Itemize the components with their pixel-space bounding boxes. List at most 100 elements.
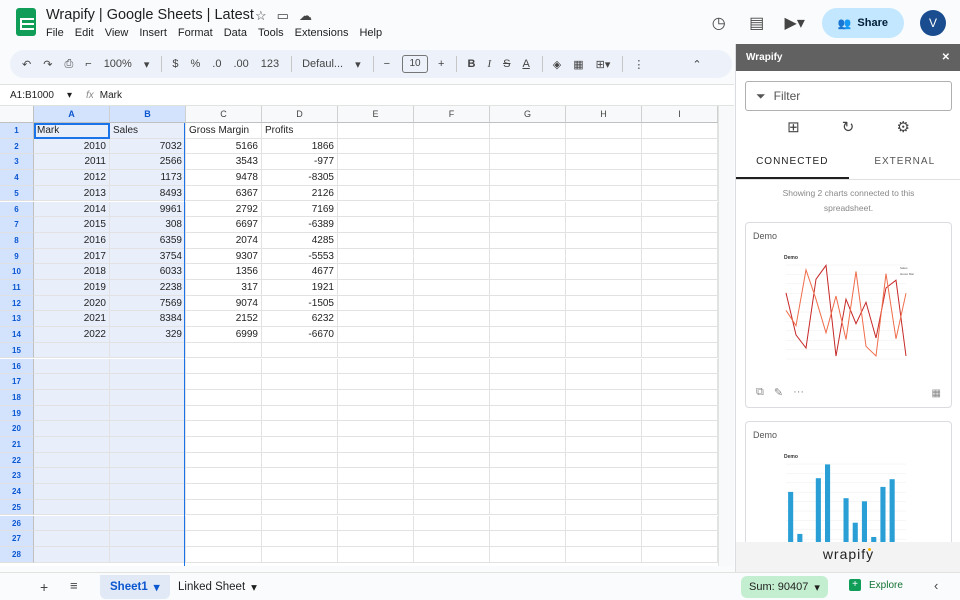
grid-cell[interactable]: 2020: [34, 295, 110, 312]
column-header-h[interactable]: H: [566, 106, 642, 123]
grid-cell[interactable]: Gross Margin: [186, 123, 262, 139]
grid-cell[interactable]: 2019: [34, 280, 110, 296]
grid-cell[interactable]: [262, 484, 338, 500]
column-header-f[interactable]: F: [414, 106, 490, 123]
document-title[interactable]: Wrapify | Google Sheets | Latest: [46, 7, 254, 23]
column-header-d[interactable]: D: [262, 106, 338, 123]
grid-cell[interactable]: [110, 374, 186, 390]
grid-cell[interactable]: [642, 358, 718, 375]
grid-cell[interactable]: 7169: [262, 201, 338, 218]
menu-insert[interactable]: Insert: [139, 27, 167, 39]
row-header[interactable]: 11: [0, 280, 34, 296]
grid-cell[interactable]: [414, 170, 490, 186]
grid-cell[interactable]: -1505: [262, 295, 338, 312]
grid-cell[interactable]: [414, 185, 490, 202]
row-header[interactable]: 7: [0, 217, 34, 233]
grid-cell[interactable]: 6697: [186, 217, 262, 233]
strikethrough-icon[interactable]: S: [503, 58, 510, 70]
grid-cell[interactable]: [186, 421, 262, 437]
sum-summary-button[interactable]: Sum: 90407 ▾: [741, 576, 828, 598]
grid-cell[interactable]: 8384: [110, 311, 186, 328]
grid-cell[interactable]: [566, 123, 642, 139]
grid-cell[interactable]: [642, 342, 718, 359]
grid-cell[interactable]: [642, 452, 718, 469]
grid-cell[interactable]: [338, 217, 414, 233]
menu-file[interactable]: File: [46, 27, 64, 39]
filter-input[interactable]: ⏷ Filter: [745, 81, 952, 111]
grid-cell[interactable]: -977: [262, 154, 338, 171]
grid-cell[interactable]: [490, 232, 566, 249]
grid-cell[interactable]: [186, 437, 262, 453]
grid-cell[interactable]: 329: [110, 327, 186, 343]
comments-icon[interactable]: ▤: [746, 13, 768, 33]
grid-cell[interactable]: 6033: [110, 264, 186, 280]
grid-cell[interactable]: [566, 185, 642, 202]
grid-cell[interactable]: 308: [110, 217, 186, 233]
table-icon[interactable]: ▦: [932, 388, 941, 399]
grid-cell[interactable]: [338, 154, 414, 171]
grid-cell[interactable]: 4677: [262, 264, 338, 280]
font-size-input[interactable]: 10: [402, 55, 429, 73]
grid-cell[interactable]: [490, 123, 566, 139]
grid-cell[interactable]: [338, 546, 414, 563]
all-sheets-icon[interactable]: ≡: [70, 578, 78, 593]
grid-cell[interactable]: [338, 201, 414, 218]
grid-cell[interactable]: [566, 546, 642, 563]
close-icon[interactable]: ✕: [942, 52, 950, 63]
grid-cell[interactable]: [338, 499, 414, 516]
row-header[interactable]: 17: [0, 374, 34, 390]
name-box[interactable]: A1:B1000 ▾: [0, 90, 80, 101]
grid-cell[interactable]: [490, 217, 566, 233]
grid-cell[interactable]: [338, 123, 414, 139]
row-header[interactable]: 1: [0, 123, 34, 139]
grid-cell[interactable]: [34, 405, 110, 422]
grid-cell[interactable]: [490, 170, 566, 186]
grid-cell[interactable]: [642, 295, 718, 312]
undo-icon[interactable]: ↶: [22, 58, 31, 71]
grid-cell[interactable]: [34, 389, 110, 406]
grid-cell[interactable]: [262, 374, 338, 390]
tab-linked-sheet[interactable]: Linked Sheet ▾: [168, 575, 267, 599]
grid-cell[interactable]: [186, 484, 262, 500]
grid-cell[interactable]: [414, 374, 490, 390]
grid-cell[interactable]: [186, 405, 262, 422]
grid-cell[interactable]: [186, 499, 262, 516]
grid-cell[interactable]: 2015: [34, 217, 110, 233]
grid-cell[interactable]: [110, 342, 186, 359]
grid-cell[interactable]: [338, 437, 414, 453]
grid-cell[interactable]: [186, 468, 262, 485]
increase-font-size-icon[interactable]: +: [438, 58, 444, 70]
grid-cell[interactable]: [110, 515, 186, 532]
grid-cell[interactable]: [414, 248, 490, 265]
grid-cell[interactable]: [490, 389, 566, 406]
grid-cell[interactable]: 2010: [34, 138, 110, 155]
grid-cell[interactable]: [414, 452, 490, 469]
grid-cell[interactable]: [566, 170, 642, 186]
grid-cell[interactable]: [566, 374, 642, 390]
grid-cell[interactable]: 6367: [186, 185, 262, 202]
row-header[interactable]: 24: [0, 484, 34, 500]
grid-cell[interactable]: [338, 342, 414, 359]
explore-button[interactable]: + Explore: [849, 579, 903, 591]
tab-external[interactable]: EXTERNAL: [849, 148, 960, 179]
column-header-c[interactable]: C: [186, 106, 262, 123]
grid-cell[interactable]: 2074: [186, 232, 262, 249]
grid-cell[interactable]: [642, 201, 718, 218]
grid-cell[interactable]: 9478: [186, 170, 262, 186]
column-header-a[interactable]: A: [34, 106, 110, 123]
grid-cell[interactable]: [490, 154, 566, 171]
grid-cell[interactable]: [490, 327, 566, 343]
grid-cell[interactable]: [490, 201, 566, 218]
grid-cell[interactable]: 2017: [34, 248, 110, 265]
grid-cell[interactable]: [338, 185, 414, 202]
row-header[interactable]: 27: [0, 531, 34, 547]
grid-cell[interactable]: [566, 515, 642, 532]
decrease-font-size-icon[interactable]: −: [384, 58, 390, 70]
add-chart-icon[interactable]: ⊞: [787, 118, 800, 136]
grid-cell[interactable]: 9307: [186, 248, 262, 265]
grid-cell[interactable]: [414, 515, 490, 532]
tab-sheet1[interactable]: Sheet1 ▾: [100, 575, 170, 599]
grid-cell[interactable]: [642, 531, 718, 547]
grid-cell[interactable]: [34, 421, 110, 437]
grid-cell[interactable]: 8493: [110, 185, 186, 202]
